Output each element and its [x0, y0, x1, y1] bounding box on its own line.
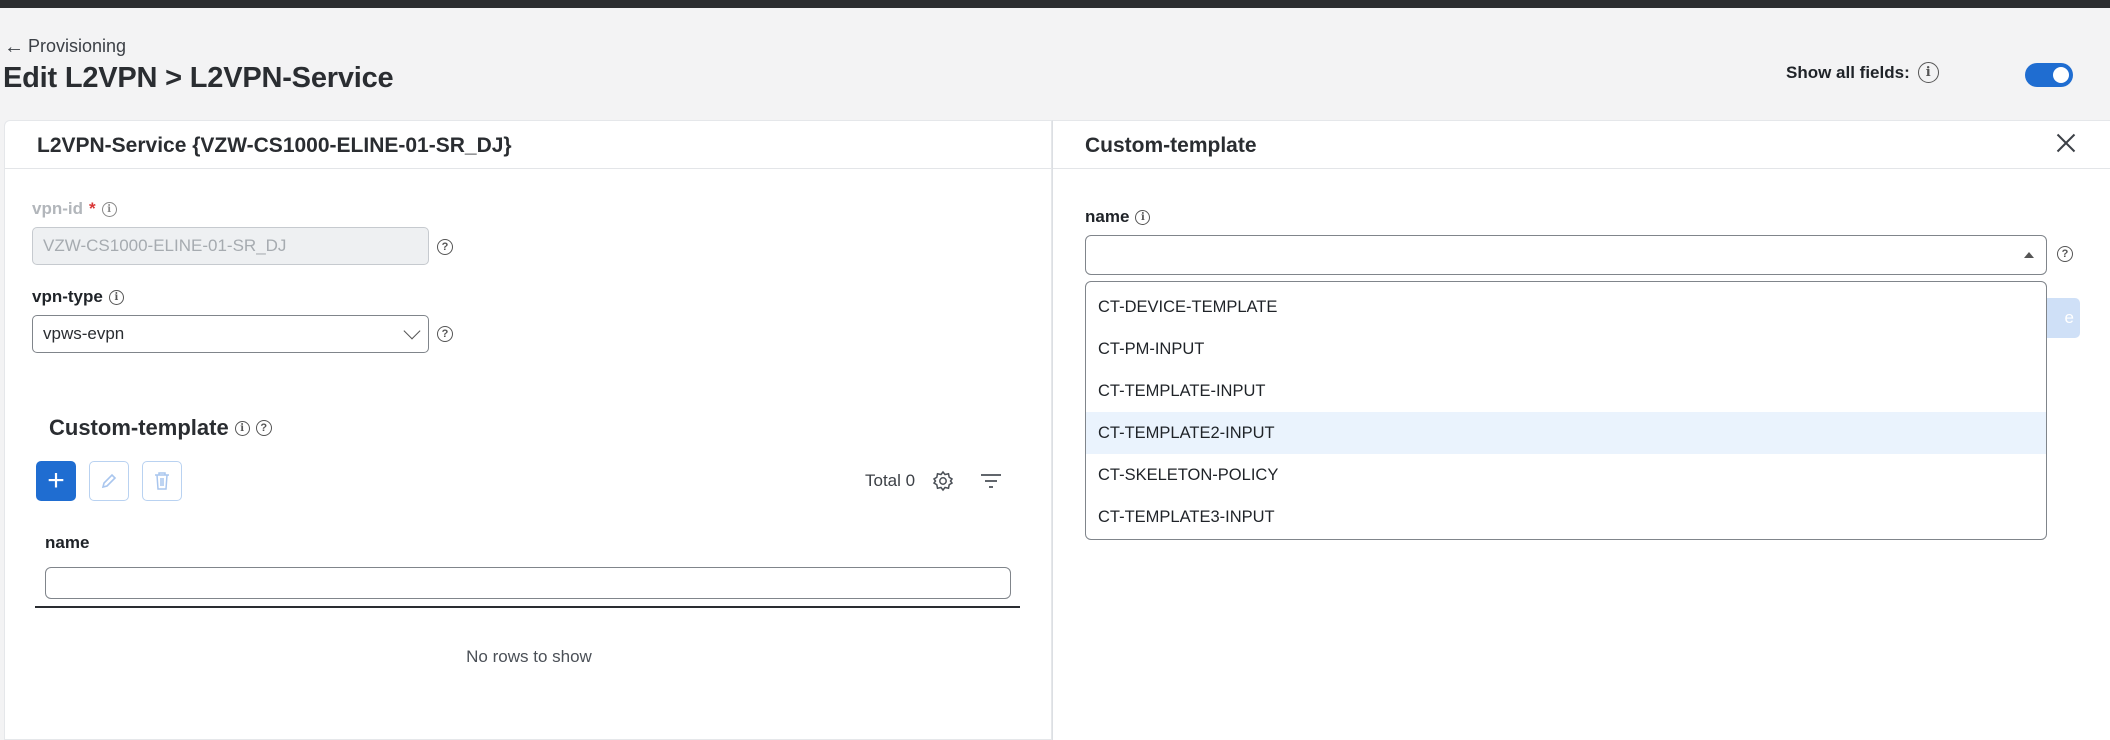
caret-up-icon	[2024, 252, 2034, 258]
gear-icon[interactable]	[931, 469, 955, 493]
back-link-label: Provisioning	[28, 36, 127, 56]
chevron-down-icon	[403, 322, 421, 340]
panel-title: L2VPN-Service {VZW-CS1000-ELINE-01-SR_DJ…	[5, 121, 1051, 169]
grid-divider	[35, 606, 1020, 608]
empty-grid-message: No rows to show	[466, 647, 592, 666]
vpn-id-label-text: vpn-id	[32, 199, 83, 218]
show-all-fields-label: Show all fields:	[1786, 62, 1910, 82]
show-all-fields-toggle[interactable]	[2025, 63, 2073, 87]
info-icon[interactable]: i	[234, 420, 250, 436]
help-icon[interactable]: ?	[437, 326, 453, 342]
name-column-header[interactable]: name	[45, 533, 89, 553]
section-title-text: Custom-template	[49, 415, 229, 440]
page-title: Edit L2VPN > L2VPN-Service	[3, 62, 394, 94]
name-options-list: CT-DEVICE-TEMPLATE CT-PM-INPUT CT-TEMPLA…	[1085, 281, 2047, 540]
back-to-provisioning-link[interactable]: ← Provisioning	[4, 36, 126, 57]
info-icon[interactable]: i	[101, 201, 117, 217]
name-filter-input[interactable]	[45, 567, 1011, 599]
custom-template-header: Custom-template	[1053, 121, 2110, 169]
vpn-id-value: VZW-CS1000-ELINE-01-SR_DJ	[43, 236, 287, 255]
filter-icon[interactable]	[979, 471, 1003, 491]
show-all-fields-label-group: Show all fields: i	[1786, 62, 1939, 83]
info-icon[interactable]: i	[1135, 209, 1151, 225]
help-icon[interactable]: ?	[2057, 246, 2073, 262]
toggle-knob	[2053, 67, 2069, 83]
custom-template-panel-title: Custom-template	[1085, 134, 1257, 157]
custom-template-section-title: Custom-template i ?	[49, 415, 272, 441]
option-ct-skeleton-policy[interactable]: CT-SKELETON-POLICY	[1086, 454, 2046, 496]
trash-icon	[155, 472, 169, 490]
top-bar	[0, 0, 2110, 8]
name-dropdown[interactable]	[1085, 235, 2047, 275]
vpn-id-field[interactable]: VZW-CS1000-ELINE-01-SR_DJ	[32, 227, 429, 265]
info-icon[interactable]: i	[1917, 62, 1939, 83]
required-marker: *	[89, 199, 96, 218]
total-count: Total 0	[865, 471, 916, 490]
vpn-id-label: vpn-id * i	[32, 199, 117, 219]
edit-button[interactable]	[89, 461, 129, 501]
pencil-icon	[101, 473, 117, 489]
close-icon[interactable]	[2053, 130, 2079, 156]
option-ct-pm-input[interactable]: CT-PM-INPUT	[1086, 328, 2046, 370]
vpn-type-label: vpn-type i	[32, 287, 124, 307]
help-icon[interactable]: ?	[437, 239, 453, 255]
plus-icon: +	[47, 464, 65, 497]
option-ct-template2-input[interactable]: CT-TEMPLATE2-INPUT	[1086, 412, 2046, 454]
vpn-type-label-text: vpn-type	[32, 287, 103, 306]
vpn-type-select[interactable]: vpws-evpn	[32, 315, 429, 353]
info-icon[interactable]: i	[108, 289, 124, 305]
vpn-type-value: vpws-evpn	[43, 324, 125, 343]
l2vpn-service-panel: L2VPN-Service {VZW-CS1000-ELINE-01-SR_DJ…	[4, 120, 1052, 740]
custom-template-panel: Custom-template name i e ? CT-DEVICE-TEM…	[1052, 120, 2110, 740]
name-label: name i	[1085, 207, 1151, 227]
add-button[interactable]: +	[36, 461, 76, 501]
option-ct-template-input[interactable]: CT-TEMPLATE-INPUT	[1086, 370, 2046, 412]
help-icon[interactable]: ?	[255, 420, 272, 436]
delete-button[interactable]	[142, 461, 182, 501]
option-ct-template3-input[interactable]: CT-TEMPLATE3-INPUT	[1086, 496, 2046, 538]
arrow-left-icon: ←	[4, 35, 24, 58]
save-button-partial-label: e	[2064, 308, 2074, 327]
option-ct-device-template[interactable]: CT-DEVICE-TEMPLATE	[1086, 286, 2046, 328]
name-label-text: name	[1085, 207, 1130, 226]
